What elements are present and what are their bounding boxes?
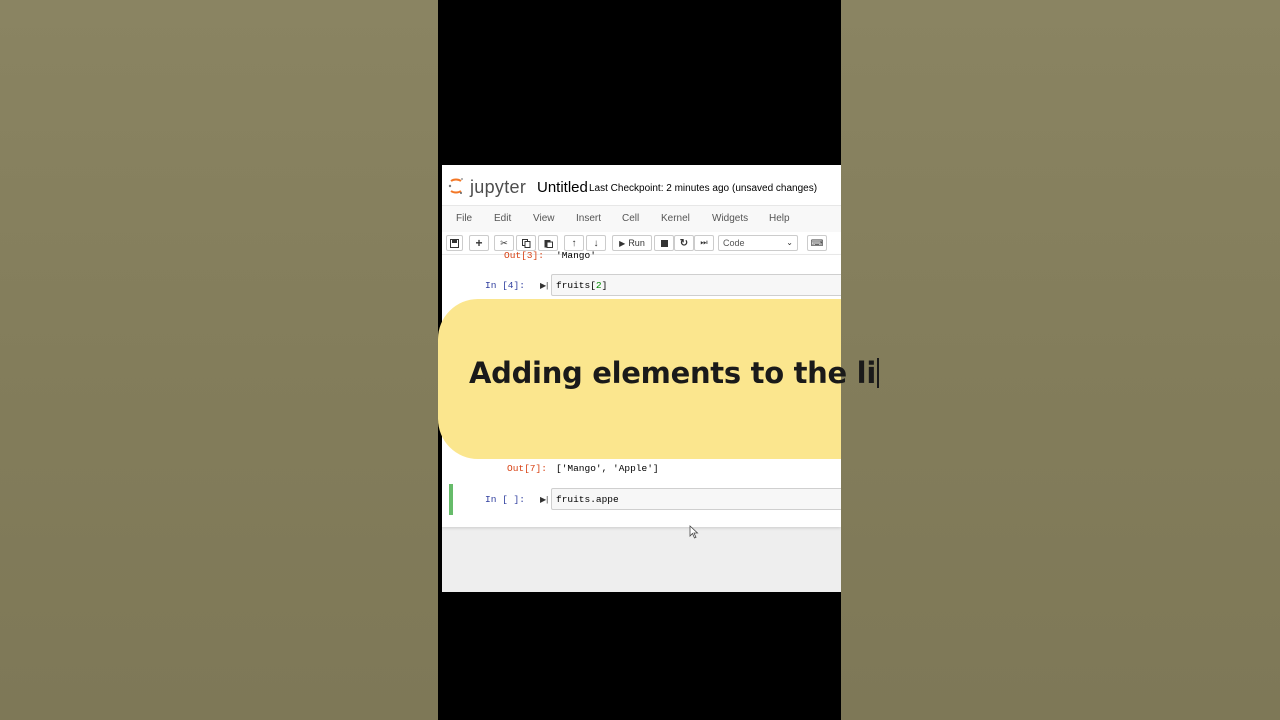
jupyter-logo-icon[interactable] [448,177,464,195]
code-cell-input[interactable]: fruits.appe [551,488,841,510]
arrow-down-icon: ↓ [593,237,599,249]
toolbar: + ✂ ↑ ↓ ▶ Run ↻ ⏭ Code ⌄ ⌨ [442,232,841,254]
restart-button[interactable]: ↻ [674,235,694,251]
run-label: Run [628,238,645,248]
jupyter-logo-text[interactable]: jupyter [470,177,526,198]
cell-output: ['Mango', 'Apple'] [556,463,659,474]
code-text: fruits[2] [556,280,608,291]
menu-file[interactable]: File [456,213,472,224]
mouse-cursor-icon [689,525,699,539]
output-prompt: Out[3]: [504,250,544,261]
menu-view[interactable]: View [533,213,555,224]
save-icon [450,238,459,248]
menu-insert[interactable]: Insert [576,213,601,224]
text-caret [876,358,879,388]
menu-bar: File Edit View Insert Cell Kernel Widget… [442,205,841,233]
interrupt-button[interactable] [654,235,674,251]
paste-icon [544,239,553,248]
paste-button[interactable] [538,235,558,251]
keyboard-icon: ⌨ [810,237,824,248]
cell-output: 'Mango' [556,250,596,261]
output-prompt: Out[7]: [507,463,547,474]
play-icon: ▶ [619,238,626,248]
blurred-background-right [841,0,1280,720]
run-cell-icon[interactable]: ▶| [540,495,548,504]
copy-icon [521,238,530,248]
code-text: fruits.appe [556,494,619,505]
fast-forward-icon: ⏭ [700,238,708,247]
input-prompt: In [4]: [485,280,525,291]
scissors-icon: ✂ [500,237,508,248]
cut-button[interactable]: ✂ [494,235,514,251]
caption-overlay: Adding elements to the li [438,299,879,459]
selected-cell-indicator [449,484,453,515]
run-cell-icon[interactable]: ▶| [540,281,548,290]
restart-run-all-button[interactable]: ⏭ [694,235,714,251]
chevron-down-icon: ⌄ [786,238,793,247]
restart-icon: ↻ [679,237,689,249]
code-cell-input[interactable]: fruits[2] [551,274,841,296]
menu-widgets[interactable]: Widgets [712,213,748,224]
cell-type-value: Code [723,238,745,248]
menu-kernel[interactable]: Kernel [661,213,690,224]
command-palette-button[interactable]: ⌨ [807,235,827,251]
copy-button[interactable] [516,235,536,251]
plus-icon: + [475,236,483,250]
run-button[interactable]: ▶ Run [612,235,652,251]
save-button[interactable] [446,235,463,251]
cell-type-select[interactable]: Code ⌄ [718,235,798,251]
blurred-background-left [0,0,438,720]
unsaved-status: (unsaved changes) [732,183,818,194]
stop-icon [660,239,668,247]
notebook-header: jupyter Untitled Last Checkpoint: 2 minu… [442,165,841,205]
input-prompt: In [ ]: [485,494,525,505]
move-up-button[interactable]: ↑ [564,235,584,251]
notebook-title[interactable]: Untitled [537,179,588,196]
checkpoint-status: Last Checkpoint: 2 minutes ago [589,183,730,194]
menu-help[interactable]: Help [769,213,790,224]
caption-text: Adding elements to the li [469,356,879,390]
insert-cell-button[interactable]: + [469,235,489,251]
menu-cell[interactable]: Cell [622,213,639,224]
move-down-button[interactable]: ↓ [586,235,606,251]
arrow-up-icon: ↑ [571,237,577,249]
menu-edit[interactable]: Edit [494,213,511,224]
